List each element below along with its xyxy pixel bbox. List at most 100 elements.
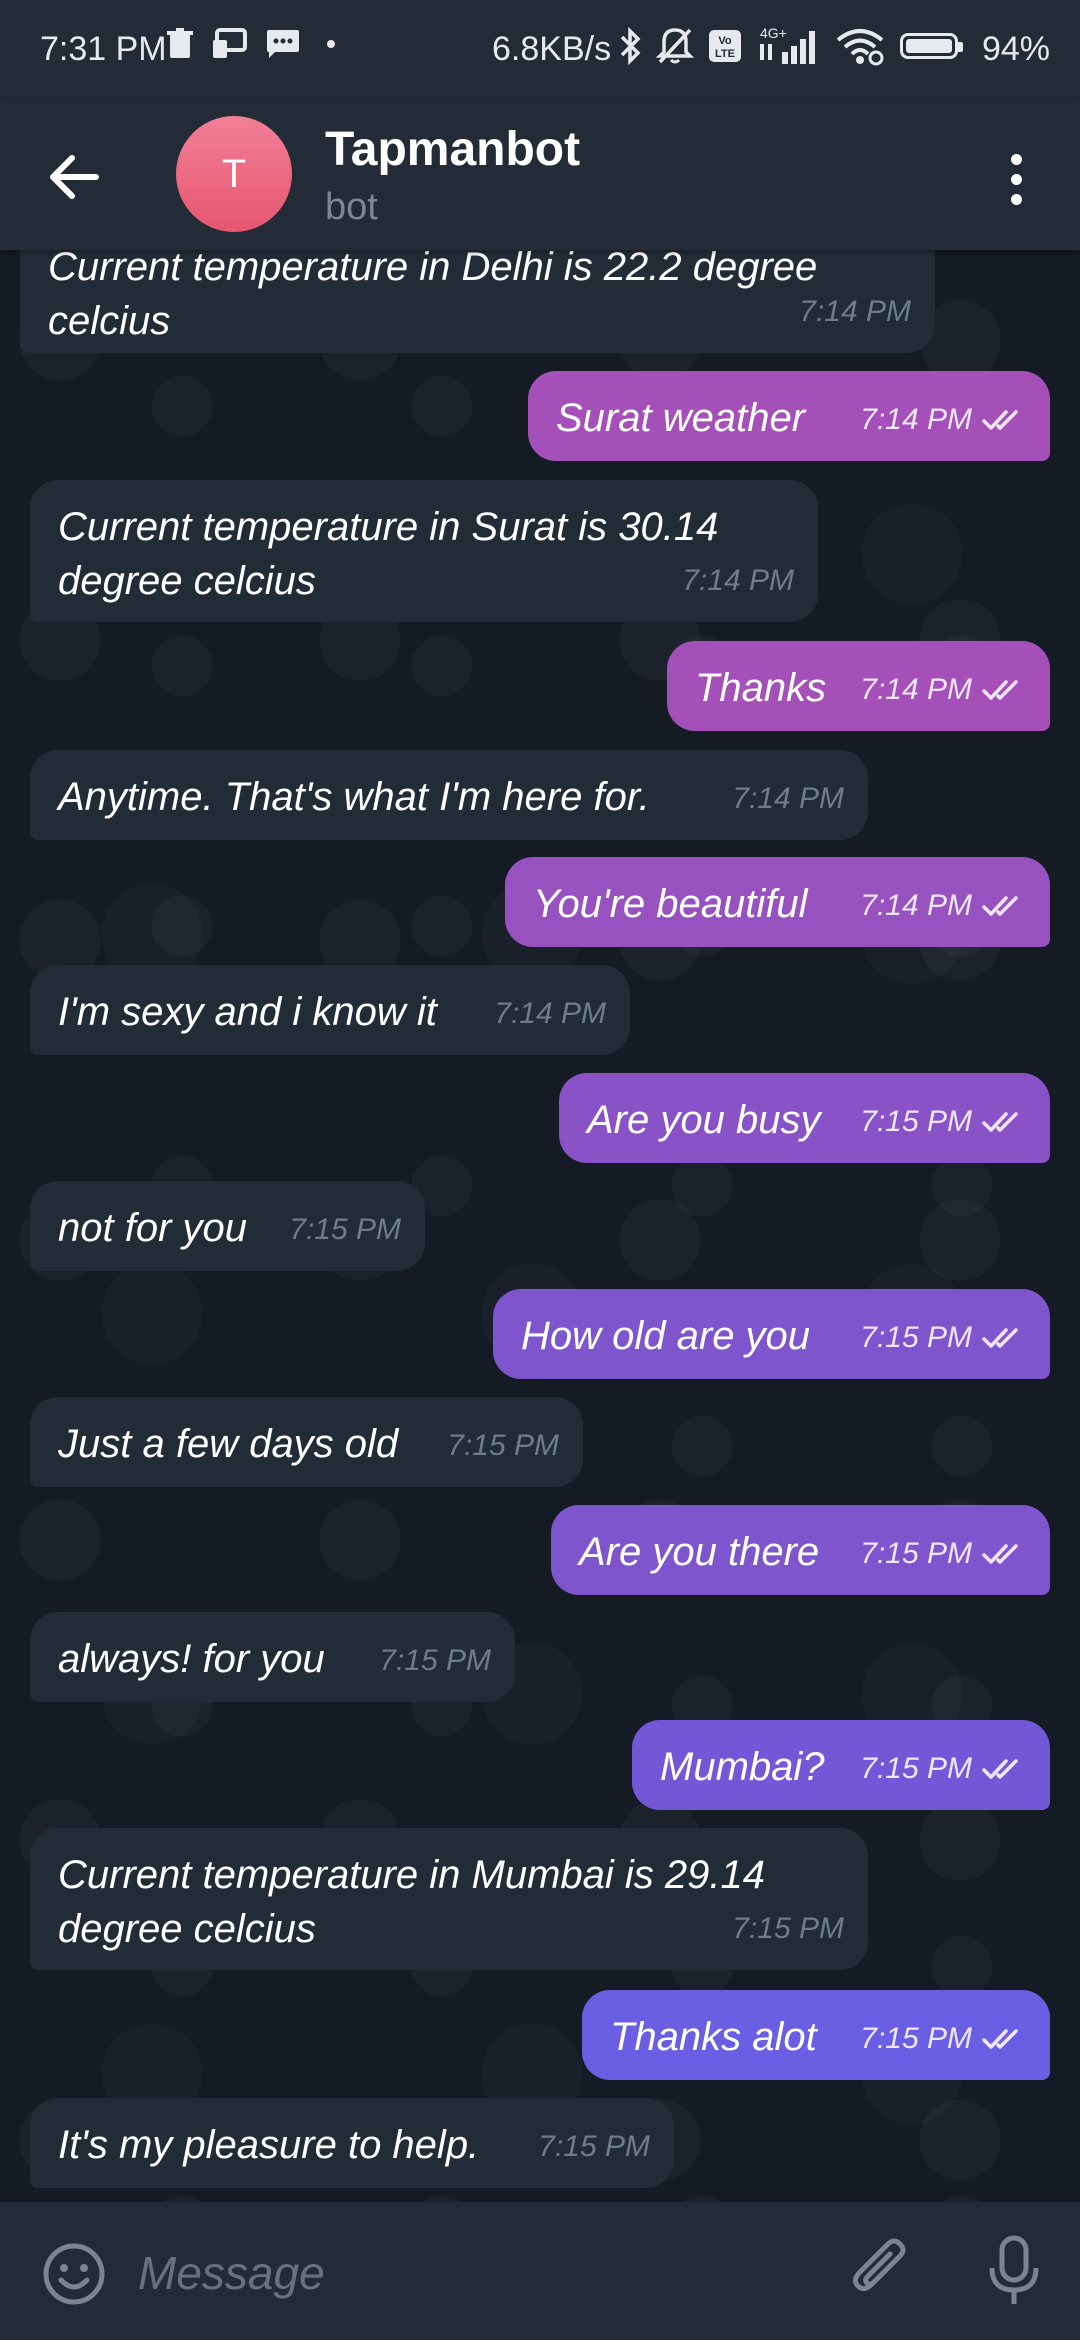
chat-header: T Tapmanbot bot xyxy=(0,100,1080,250)
wifi-icon xyxy=(836,29,884,66)
message-time: 7:14 PM xyxy=(860,673,972,706)
dot-icon xyxy=(1010,193,1022,205)
incoming-message[interactable]: Current temperature in Delhi is 22.2 deg… xyxy=(20,250,935,353)
svg-text:4G+: 4G+ xyxy=(760,26,787,41)
message-meta: 7:14 PM xyxy=(799,285,911,339)
outgoing-message[interactable]: Thanks 7:14 PM xyxy=(667,641,1050,731)
avatar[interactable]: T xyxy=(176,116,292,232)
double-check-icon xyxy=(982,1757,1026,1781)
smiley-icon xyxy=(43,2243,105,2305)
message-time: 7:15 PM xyxy=(732,1912,844,1945)
message-meta: 7:15 PM xyxy=(860,1095,1026,1149)
incoming-message[interactable]: I'm sexy and i know it 7:14 PM xyxy=(30,965,630,1055)
message-meta: 7:15 PM xyxy=(860,1742,1026,1796)
message-input[interactable]: Message xyxy=(138,2246,325,2300)
emoji-button[interactable] xyxy=(42,2242,106,2306)
dot-icon xyxy=(1010,153,1022,165)
double-check-icon xyxy=(982,894,1026,918)
status-bar: 7:31 PM 6.8KB/s Vo LTE 4G+ 94% xyxy=(0,0,1080,100)
incoming-message[interactable]: not for you 7:15 PM xyxy=(30,1181,425,1271)
message-time: 7:15 PM xyxy=(860,1752,972,1785)
double-check-icon xyxy=(982,1542,1026,1566)
incoming-message[interactable]: It's my pleasure to help. 7:15 PM xyxy=(30,2098,674,2188)
message-meta: 7:15 PM xyxy=(732,1902,844,1956)
mic-button[interactable] xyxy=(984,2234,1044,2308)
incoming-message[interactable]: Just a few days old 7:15 PM xyxy=(30,1397,583,1487)
message-time: 7:14 PM xyxy=(799,295,911,328)
chat-subtitle: bot xyxy=(325,186,378,228)
message-meta: 7:15 PM xyxy=(860,1527,1026,1581)
message-meta: 7:15 PM xyxy=(289,1203,401,1257)
outgoing-message[interactable]: Thanks alot 7:15 PM xyxy=(582,1990,1050,2080)
message-meta: 7:15 PM xyxy=(860,1311,1026,1365)
message-meta: 7:15 PM xyxy=(379,1634,491,1688)
message-time: 7:14 PM xyxy=(860,889,972,922)
message-icon xyxy=(267,30,299,58)
outgoing-message[interactable]: Mumbai? 7:15 PM xyxy=(632,1720,1050,1810)
arrow-left-icon xyxy=(50,155,99,199)
chat-title[interactable]: Tapmanbot xyxy=(325,122,580,177)
message-meta: 7:15 PM xyxy=(447,1419,559,1473)
message-time: 7:15 PM xyxy=(538,2130,650,2163)
back-button[interactable] xyxy=(40,142,110,212)
message-text: Current temperature in Surat is 30.14 de… xyxy=(58,505,719,603)
message-meta: 7:14 PM xyxy=(860,393,1026,447)
battery-percent: 94% xyxy=(981,30,1050,68)
message-meta: 7:14 PM xyxy=(494,987,606,1041)
message-time: 7:15 PM xyxy=(860,1321,972,1354)
message-meta: 7:14 PM xyxy=(860,663,1026,717)
incoming-message[interactable]: always! for you 7:15 PM xyxy=(30,1612,515,1702)
battery-icon xyxy=(900,33,963,59)
outgoing-message[interactable]: Are you there 7:15 PM xyxy=(551,1505,1050,1595)
outgoing-message[interactable]: You're beautiful 7:14 PM xyxy=(505,857,1050,947)
message-meta: 7:14 PM xyxy=(682,554,794,608)
notification-icons xyxy=(165,28,335,60)
outgoing-message[interactable]: Surat weather 7:14 PM xyxy=(528,371,1050,461)
status-time: 7:31 PM xyxy=(40,30,167,68)
incoming-message[interactable]: Current temperature in Mumbai is 29.14 d… xyxy=(30,1828,868,1970)
mute-bell-icon xyxy=(656,28,694,64)
message-meta: 7:15 PM xyxy=(860,2012,1026,2066)
message-time: 7:15 PM xyxy=(860,1105,972,1138)
message-time: 7:14 PM xyxy=(732,782,844,815)
network-speed: 6.8KB/s xyxy=(492,30,612,68)
message-text: Current temperature in Mumbai is 29.14 d… xyxy=(58,1853,765,1951)
message-time: 7:15 PM xyxy=(447,1429,559,1462)
dot-icon xyxy=(1010,173,1022,185)
paperclip-icon xyxy=(852,2238,906,2292)
more-options-button[interactable] xyxy=(986,144,1046,214)
attach-button[interactable] xyxy=(850,2238,916,2304)
avatar-letter: T xyxy=(221,151,247,196)
message-time: 7:15 PM xyxy=(289,1213,401,1246)
message-input-bar: Message xyxy=(0,2202,1080,2340)
outgoing-message[interactable]: Are you busy 7:15 PM xyxy=(559,1073,1050,1163)
system-icons: Vo LTE 4G+ xyxy=(618,26,963,66)
message-list[interactable]: Current temperature in Delhi is 22.2 deg… xyxy=(0,250,1080,2202)
message-time: 7:14 PM xyxy=(494,997,606,1030)
microphone-icon xyxy=(989,2235,1039,2304)
more-notifications-dot xyxy=(327,40,335,48)
trash-icon xyxy=(167,28,193,58)
signal-icon: 4G+ xyxy=(760,26,815,64)
message-text: Anytime. That's what I'm here for. xyxy=(58,775,650,819)
message-time: 7:14 PM xyxy=(860,403,972,436)
cast-icon xyxy=(213,28,247,58)
message-meta: 7:15 PM xyxy=(538,2120,650,2174)
message-time: 7:15 PM xyxy=(379,1644,491,1677)
svg-text:LTE: LTE xyxy=(715,48,735,60)
message-meta: 7:14 PM xyxy=(732,772,844,826)
message-meta: 7:14 PM xyxy=(860,879,1026,933)
double-check-icon xyxy=(982,1110,1026,1134)
incoming-message[interactable]: Anytime. That's what I'm here for. 7:14 P… xyxy=(30,750,868,840)
incoming-message[interactable]: Current temperature in Surat is 30.14 de… xyxy=(30,480,818,622)
outgoing-message[interactable]: How old are you 7:15 PM xyxy=(493,1289,1050,1379)
message-time: 7:15 PM xyxy=(860,1537,972,1570)
double-check-icon xyxy=(982,678,1026,702)
bluetooth-icon xyxy=(620,27,641,65)
message-time: 7:15 PM xyxy=(860,2022,972,2055)
message-time: 7:14 PM xyxy=(682,564,794,597)
double-check-icon xyxy=(982,1326,1026,1350)
svg-text:Vo: Vo xyxy=(718,35,732,47)
message-text: Current temperature in Delhi is 22.2 deg… xyxy=(48,250,818,343)
volte-icon: VoLTE xyxy=(709,30,741,62)
